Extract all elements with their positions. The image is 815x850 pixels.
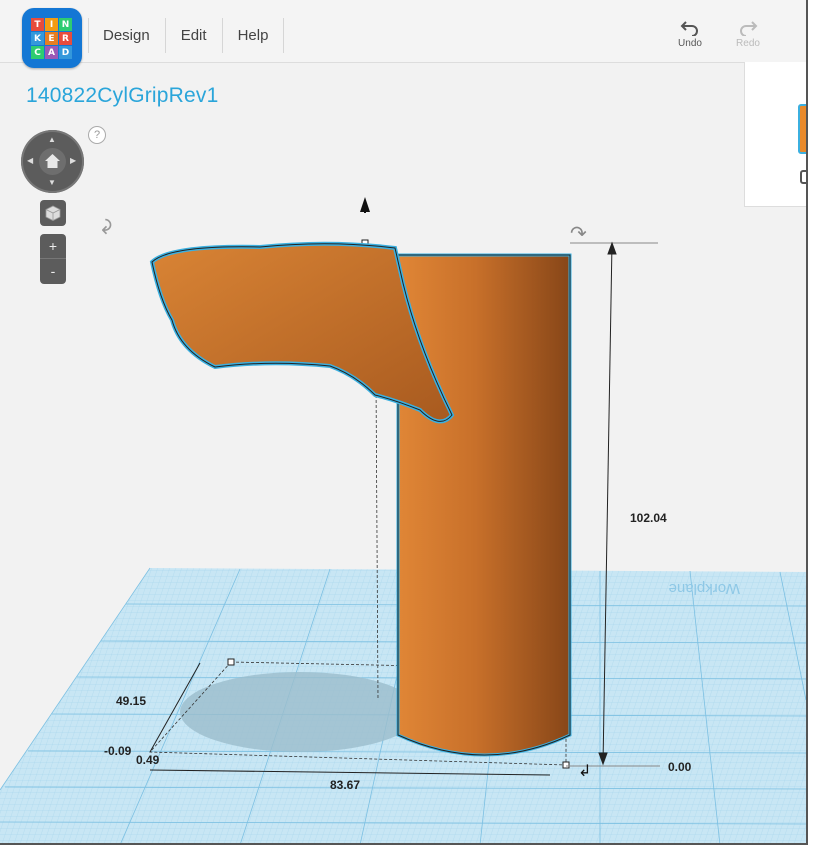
menu-help[interactable]: Help [223,18,285,53]
offset-y-label[interactable]: 0.49 [136,753,159,767]
color-swatch[interactable] [798,104,806,154]
redo-button[interactable]: Redo [728,18,768,49]
view-navigation-control[interactable]: ▲ ▼ ◀ ▶ [21,130,84,193]
elevation-label[interactable]: 0.00 [668,760,691,774]
logo-letter: E [45,32,58,45]
orbit-left-icon[interactable]: ◀ [27,156,33,165]
logo-letter: A [45,46,58,59]
width-dimension-label[interactable]: 83.67 [330,778,360,792]
tinkercad-editor-window: Workplane ↷ ↷ ↲ 102.04 83.67 49.15 -0.09… [0,0,808,845]
home-icon [45,154,60,168]
lock-icon[interactable] [800,170,806,184]
zoom-in-button[interactable]: + [40,234,66,259]
rotate-handle-icon[interactable]: ↲ [578,763,591,780]
undo-button[interactable]: Undo [670,18,710,49]
undo-icon [680,21,698,36]
corner-handle[interactable] [562,761,570,769]
depth-dimension-label[interactable]: 49.15 [116,694,146,708]
home-view-button[interactable] [39,148,66,175]
tinkercad-logo[interactable]: T I N K E R C A D [22,8,82,68]
lift-arrow[interactable] [360,197,370,213]
workplane-label: Workplane [669,580,740,597]
offset-x-label[interactable]: -0.09 [104,744,131,758]
shape-inspector-panel [744,62,806,207]
help-icon[interactable]: ? [88,126,106,144]
fit-view-button[interactable] [40,200,66,226]
cylinder-shape[interactable] [396,253,572,757]
undo-label: Undo [678,38,702,49]
project-title[interactable]: 140822CylGripRev1 [26,84,219,108]
logo-letter: N [59,18,72,31]
logo-letter: T [31,18,44,31]
main-menu: Design Edit Help [88,0,285,54]
redo-icon [740,21,758,36]
rotate-handle-icon[interactable]: ↷ [570,223,587,245]
viewport-3d[interactable]: Workplane ↷ ↷ ↲ [0,62,806,845]
logo-letter: C [31,46,44,59]
redo-label: Redo [736,38,760,49]
logo-letter: R [59,32,72,45]
zoom-out-button[interactable]: - [40,259,66,283]
orbit-down-icon[interactable]: ▼ [48,178,56,187]
logo-letter: I [45,18,58,31]
zoom-controls: + - [40,234,66,284]
height-dimension-label[interactable]: 102.04 [630,511,667,525]
orbit-right-icon[interactable]: ▶ [70,156,76,165]
rotate-handle-icon[interactable]: ↷ [93,218,115,235]
logo-letter: D [59,46,72,59]
menu-design[interactable]: Design [88,18,166,53]
logo-letter: K [31,32,44,45]
orbit-up-icon[interactable]: ▲ [48,135,56,144]
corner-handle[interactable] [227,658,235,666]
menu-edit[interactable]: Edit [166,18,223,53]
shape-shadow [180,672,420,752]
cube-icon [45,205,61,221]
